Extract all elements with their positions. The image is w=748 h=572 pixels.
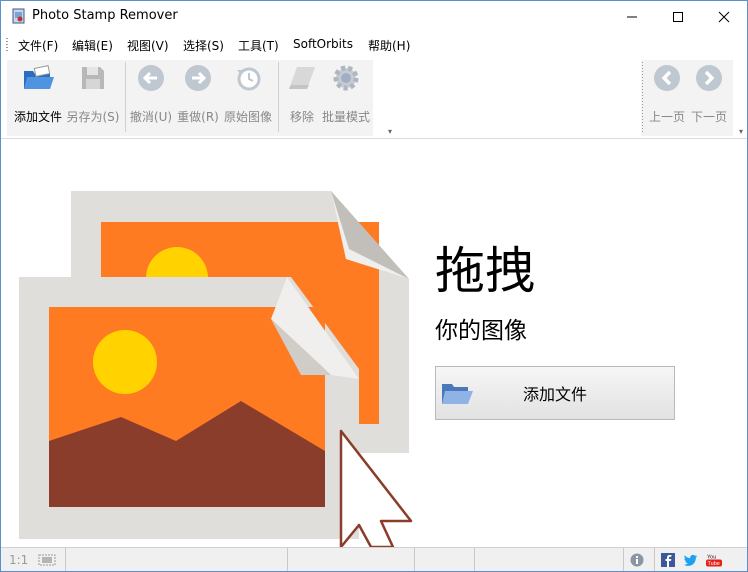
window-title: Photo Stamp Remover: [32, 8, 178, 23]
app-icon: [12, 8, 25, 24]
gear-icon: [333, 65, 359, 91]
toolbar-overflow-icon[interactable]: ▾: [739, 127, 743, 136]
status-bar: 1:1 You Tube: [1, 547, 747, 571]
app-window: Photo Stamp Remover 文件(F) 编辑(E) 视图(V) 选择…: [0, 0, 748, 572]
svg-text:Tube: Tube: [708, 561, 720, 567]
undo-arrow-icon: [138, 65, 164, 91]
fit-to-window-icon[interactable]: [37, 553, 57, 567]
redo-button[interactable]: 重做(R): [175, 56, 221, 132]
zoom-actual-size-button[interactable]: 1:1: [9, 553, 28, 567]
drag-title: 拖拽: [435, 242, 535, 300]
status-separator: [65, 548, 66, 571]
save-as-label: 另存为(S): [66, 110, 120, 124]
minimize-button[interactable]: [609, 1, 655, 32]
menu-select[interactable]: 选择(S): [183, 37, 224, 54]
facebook-icon[interactable]: [661, 553, 675, 567]
toolbar-overflow-icon[interactable]: ▾: [388, 127, 392, 136]
add-file-button-label: 添加文件: [522, 385, 587, 404]
toolbar-grip: [642, 62, 643, 132]
youtube-icon[interactable]: You Tube: [706, 553, 722, 567]
eraser-icon: [289, 67, 315, 89]
history-clock-icon: [237, 67, 261, 91]
menu-softorbits[interactable]: SoftOrbits: [293, 37, 353, 51]
remove-button[interactable]: 移除: [283, 56, 321, 132]
folder-icon: [442, 384, 473, 404]
maximize-button[interactable]: [655, 1, 701, 32]
status-separator: [654, 548, 655, 571]
status-separator: [623, 548, 624, 571]
add-file-toolbar-button[interactable]: 添加文件: [11, 56, 65, 132]
redo-label: 重做(R): [177, 110, 219, 124]
original-image-label: 原始图像: [223, 110, 272, 124]
undo-button[interactable]: 撤消(U): [128, 56, 174, 132]
redo-arrow-icon: [185, 65, 211, 91]
close-icon: [718, 11, 730, 22]
menu-edit[interactable]: 编辑(E): [72, 37, 113, 54]
batch-mode-label: 批量模式: [321, 110, 370, 124]
drop-area[interactable]: 拖拽 你的图像 添加文件: [1, 139, 747, 547]
drop-images-illustration: [19, 191, 413, 547]
status-separator: [414, 548, 415, 571]
next-page-label: 下一页: [690, 110, 727, 124]
add-file-button[interactable]: 添加文件: [435, 366, 675, 420]
prev-page-button[interactable]: 上一页: [646, 56, 688, 132]
chevron-right-icon: [696, 65, 722, 91]
chevron-left-icon: [654, 65, 680, 91]
toolbar: 添加文件 另存为(S) 撤消(U) 重做(R) 原始图像 移除 批量模式 ▾ 上…: [1, 56, 747, 139]
title-bar: Photo Stamp Remover: [1, 1, 747, 32]
status-separator: [287, 548, 288, 571]
prev-page-label: 上一页: [648, 110, 685, 124]
drag-subtitle: 你的图像: [435, 318, 527, 344]
info-icon[interactable]: [630, 553, 644, 567]
menu-view[interactable]: 视图(V): [127, 37, 169, 54]
menu-tools[interactable]: 工具(T): [238, 37, 279, 54]
menu-grip: [6, 38, 8, 52]
remove-label: 移除: [289, 110, 314, 124]
save-icon: [82, 67, 104, 89]
open-folder-icon: [24, 65, 54, 89]
minimize-icon: [627, 16, 637, 17]
menu-bar: 文件(F) 编辑(E) 视图(V) 选择(S) 工具(T) SoftOrbits…: [1, 32, 747, 56]
twitter-icon[interactable]: [684, 553, 698, 567]
add-file-label: 添加文件: [13, 110, 62, 124]
original-image-button[interactable]: 原始图像: [222, 56, 274, 132]
next-page-button[interactable]: 下一页: [688, 56, 730, 132]
close-button[interactable]: [701, 1, 747, 32]
status-separator: [474, 548, 475, 571]
save-as-button[interactable]: 另存为(S): [65, 56, 121, 132]
menu-help[interactable]: 帮助(H): [368, 37, 410, 54]
menu-file[interactable]: 文件(F): [18, 37, 58, 54]
toolbar-separator: [125, 62, 126, 132]
undo-label: 撤消(U): [129, 110, 173, 124]
batch-mode-button[interactable]: 批量模式: [321, 56, 371, 132]
maximize-icon: [673, 11, 683, 22]
toolbar-separator: [278, 62, 279, 132]
